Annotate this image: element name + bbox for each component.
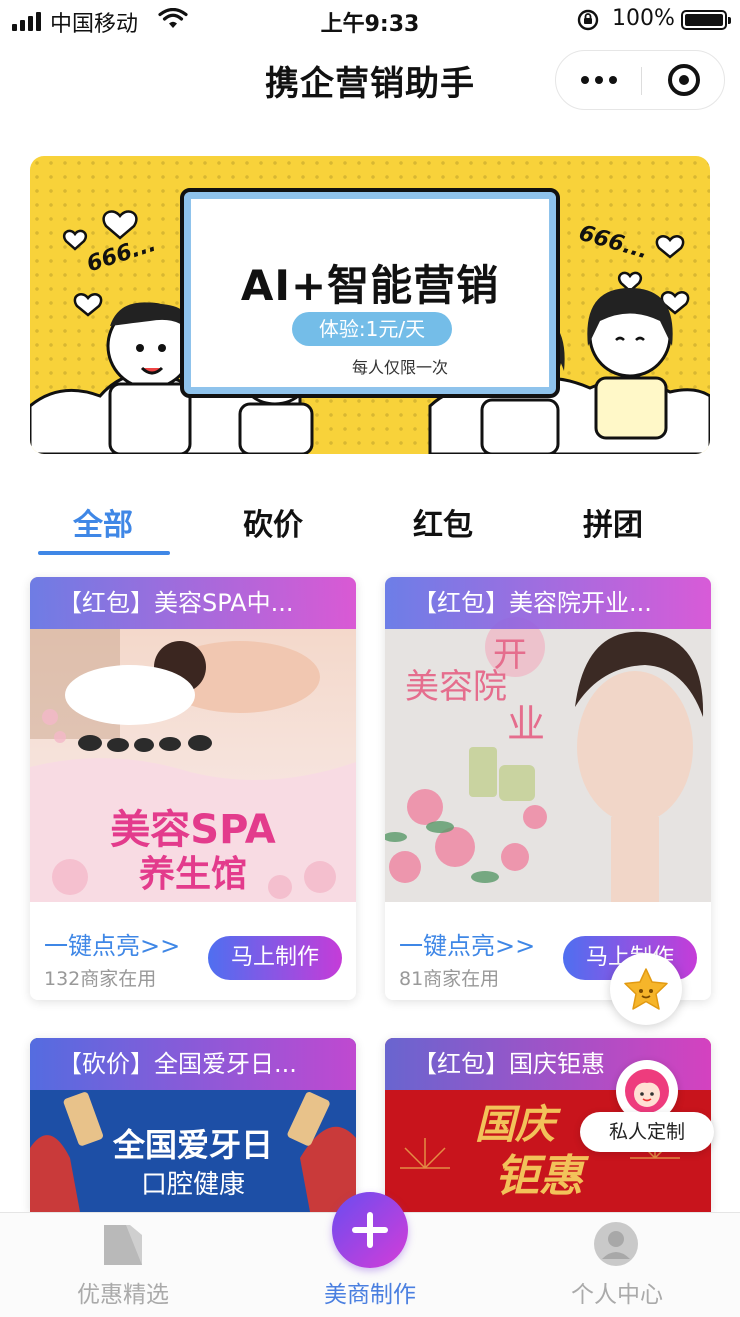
tab-all[interactable]: 全部 [18, 500, 188, 544]
carrier-name: 中国移动 [50, 12, 139, 37]
private-custom-button[interactable]: 私人定制 [580, 1060, 714, 1160]
banner-headline: AI+智能营销 [240, 261, 500, 310]
template-card[interactable]: 美容SPA 养生馆 【红包】美容SPA中... 一键点亮>> 132商家在用 马… [30, 577, 356, 1000]
wifi-icon [158, 8, 188, 28]
promo-banner[interactable]: AI+智能营销 体验:1元/天 每人仅限一次 666... 666... [30, 156, 710, 454]
make-now-button[interactable]: 马上制作 [208, 936, 342, 980]
price-pill: 体验:1元/天 [292, 312, 452, 346]
card-title: 【红包】美容院开业... [385, 577, 711, 629]
favorite-float-button[interactable] [610, 953, 682, 1025]
card-image-text: 业 [507, 702, 546, 746]
tabbar-label: 优惠精选 [77, 1282, 169, 1308]
light-up-link[interactable]: 一键点亮>> [399, 926, 535, 961]
card-image-text: 全国爱牙日 [112, 1126, 273, 1164]
user-icon [594, 1222, 638, 1266]
tabbar-item-profile[interactable]: 个人中心 [494, 1213, 740, 1317]
card-image-text: 钜惠 [495, 1151, 583, 1202]
tabbar-label: 美商制作 [324, 1282, 416, 1308]
rotation-lock-icon [577, 9, 599, 31]
banner-note: 每人仅限一次 [352, 358, 449, 377]
signal-icon [12, 12, 41, 31]
status-bar: 中国移动 上午9:33 100% [0, 0, 740, 40]
card-title: 【砍价】全国爱牙日... [30, 1038, 356, 1090]
card-image-text: 养生馆 [138, 854, 247, 895]
plus-icon[interactable] [332, 1192, 408, 1268]
card-title: 【红包】美容SPA中... [30, 577, 356, 629]
star-icon [624, 968, 668, 1010]
template-card[interactable]: 开 美容院 业 【红包】美容院开业... 一键点亮>> 81商家在用 马上制作 [385, 577, 711, 1000]
card-image-text: 口腔健康 [140, 1170, 245, 1200]
card-image-text: 美容院 [405, 667, 507, 707]
tab-active-indicator [38, 551, 170, 555]
tabbar-item-deals[interactable]: 优惠精选 [0, 1213, 246, 1317]
close-circle-icon[interactable] [641, 51, 726, 109]
tab-bargain[interactable]: 砍价 [188, 500, 358, 544]
banner-frame: AI+智能营销 体验:1元/天 每人仅限一次 [180, 188, 560, 398]
light-up-link[interactable]: 一键点亮>> [44, 926, 180, 961]
mini-program-capsule [555, 50, 725, 110]
tab-group-buy[interactable]: 拼团 [528, 500, 698, 544]
usage-count: 132商家在用 [44, 968, 157, 990]
battery-percent: 100% [612, 6, 675, 31]
usage-count: 81商家在用 [399, 968, 500, 990]
card-footer: 一键点亮>> 132商家在用 马上制作 [30, 902, 356, 1000]
template-card[interactable]: 全国爱牙日 口腔健康 【砍价】全国爱牙日... [30, 1038, 356, 1212]
more-dots-icon[interactable] [556, 51, 641, 109]
tab-red-packet[interactable]: 红包 [358, 500, 528, 544]
battery-icon [681, 10, 731, 30]
bookmark-icon [104, 1225, 142, 1265]
tabbar-label: 个人中心 [571, 1282, 663, 1308]
private-custom-label: 私人定制 [580, 1112, 714, 1152]
